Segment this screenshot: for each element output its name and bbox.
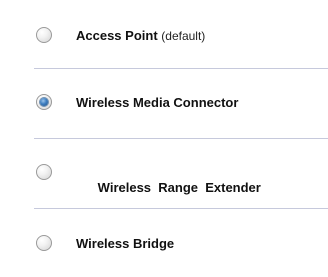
wireless-range-extender-label-text: Wireless Range Extender [97,180,261,195]
option-wireless-range-extender[interactable]: Wireless Range Extender [0,139,328,207]
operation-mode-panel: Access Point (default) Wireless Media Co… [0,0,328,277]
wireless-range-extender-label[interactable]: Wireless Range Extender [76,165,261,210]
access-point-default-note: (default) [161,29,206,43]
access-point-label[interactable]: Access Point (default) [76,28,205,43]
option-access-point[interactable]: Access Point (default) [0,6,328,74]
radio-selected-dot [40,98,48,106]
option-wireless-bridge[interactable]: Wireless Bridge [0,209,328,277]
wireless-bridge-radio[interactable] [36,235,52,251]
wireless-bridge-label-text: Wireless Bridge [76,236,175,251]
access-point-label-text: Access Point [76,28,158,43]
wireless-media-connector-label[interactable]: Wireless Media Connector [76,95,238,110]
wireless-range-extender-radio[interactable] [36,164,52,180]
access-point-radio[interactable] [36,27,52,43]
option-wireless-media-connector[interactable]: Wireless Media Connector [0,69,328,137]
wireless-media-connector-label-text: Wireless Media Connector [76,95,239,110]
wireless-bridge-label[interactable]: Wireless Bridge [76,236,174,251]
wireless-media-connector-radio[interactable] [36,94,52,110]
